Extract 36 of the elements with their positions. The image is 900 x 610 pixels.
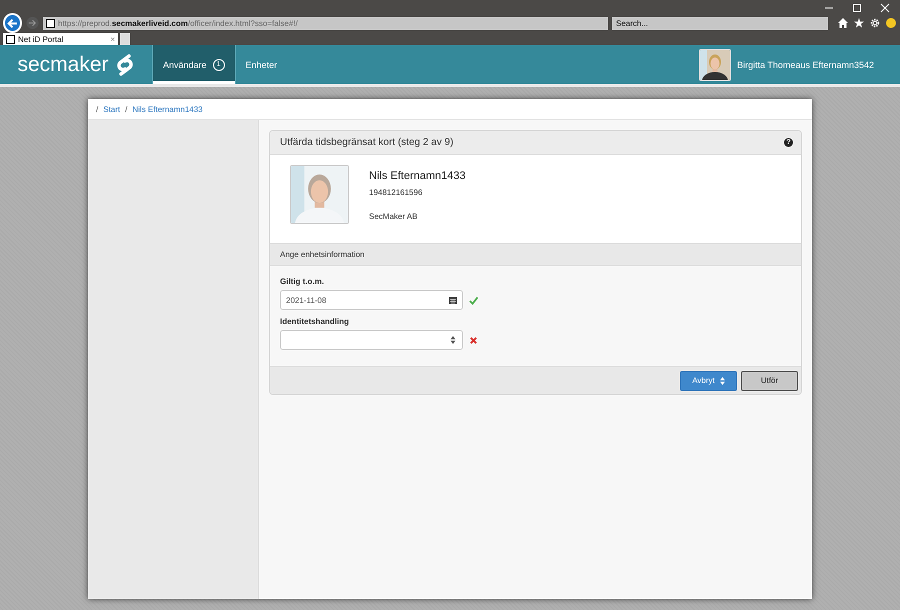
back-button[interactable]	[3, 13, 22, 33]
date-field[interactable]: 2021-11-08	[280, 290, 463, 310]
site-icon	[6, 34, 15, 44]
calendar-icon[interactable]	[449, 296, 457, 304]
tab-close-icon[interactable]: ×	[110, 34, 115, 44]
breadcrumb-link[interactable]: Start	[103, 104, 120, 114]
sort-icon	[720, 376, 725, 384]
logo-text: secmaker	[17, 52, 109, 76]
section-header: Ange enhetsinformation	[270, 243, 801, 266]
organization: SecMaker AB	[369, 212, 418, 221]
browser-tab[interactable]: Net iD Portal ×	[3, 33, 118, 45]
submit-button[interactable]: Utför	[741, 370, 798, 390]
arrow-icon	[6, 18, 18, 28]
settings-icon[interactable]	[870, 18, 880, 28]
sort-icon	[449, 336, 457, 344]
person-name: Nils Efternamn1433	[369, 170, 466, 182]
address-bar[interactable]: https://preprod.secmakerliveid.com/officer/index.html?sso=false#!/	[43, 16, 608, 30]
panel-title: Utfärda tidsbegränsat kort (steg 2 av 9)	[280, 137, 454, 148]
nav-tab[interactable]: Enheter	[234, 45, 288, 84]
field-label: Identitetshandling	[280, 317, 350, 326]
cancel-button[interactable]: Avbryt	[680, 370, 737, 390]
breadcrumb-separator: /	[125, 104, 128, 114]
forward-icon[interactable]	[26, 16, 39, 30]
maximize-icon[interactable]	[852, 3, 862, 13]
select-field[interactable]	[280, 330, 463, 350]
close-icon[interactable]	[880, 3, 890, 13]
home-icon[interactable]	[838, 18, 848, 28]
personal-number: 194812161596	[369, 188, 424, 197]
star-icon[interactable]	[854, 18, 864, 28]
logo-icon	[114, 52, 135, 76]
field-label: Giltig t.o.m.	[280, 277, 325, 286]
user-name[interactable]: Birgitta Thomeaus Efternamn3542	[737, 60, 874, 70]
site-icon	[46, 18, 55, 28]
breadcrumb-link[interactable]: Nils Efternamn1433	[132, 104, 203, 114]
breadcrumb-separator: /	[96, 104, 98, 114]
search-field[interactable]: Search...	[612, 16, 828, 30]
